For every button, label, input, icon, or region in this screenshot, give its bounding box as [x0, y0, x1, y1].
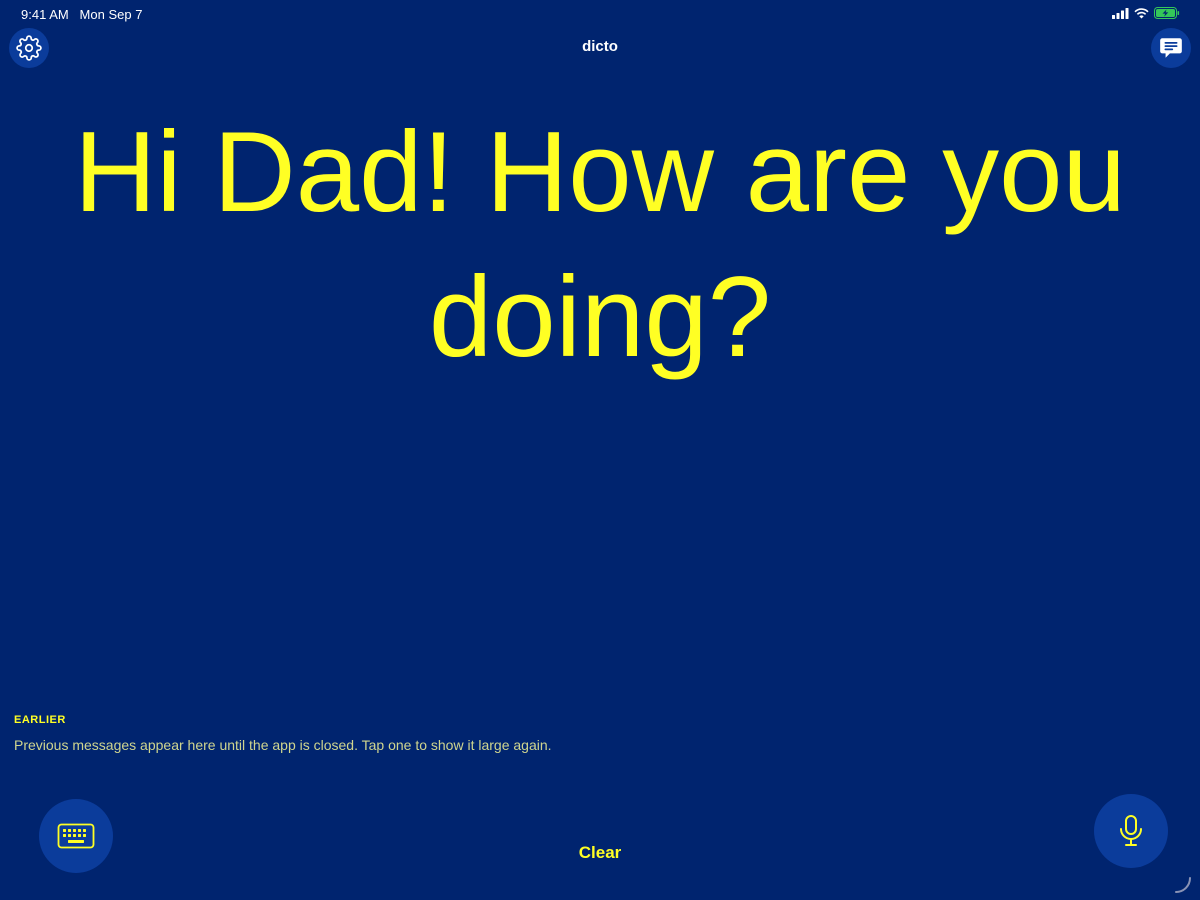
battery-charging-icon — [1154, 7, 1180, 19]
status-time: 9:41 AM — [21, 7, 69, 22]
message-bubble-icon — [1160, 38, 1182, 58]
cellular-icon — [1112, 7, 1129, 19]
status-icons — [1112, 7, 1180, 19]
clear-button-row: Clear — [0, 843, 1200, 863]
current-message: Hi Dad! How are you doing? — [74, 109, 1126, 381]
nav-bar: dicto — [0, 28, 1200, 68]
wifi-icon — [1134, 7, 1149, 18]
microphone-button[interactable] — [1094, 794, 1168, 868]
earlier-heading: EARLIER — [14, 714, 66, 726]
app-title: dicto — [582, 38, 618, 55]
resize-corner-icon — [1175, 877, 1191, 893]
clear-button[interactable]: Clear — [579, 843, 622, 862]
microphone-icon — [1120, 815, 1142, 846]
status-date: Mon Sep 7 — [79, 7, 143, 22]
status-datetime: 9:41 AM Mon Sep 7 — [21, 7, 142, 22]
status-bar: 9:41 AM Mon Sep 7 — [0, 0, 1200, 28]
messages-button[interactable] — [1151, 28, 1191, 68]
earlier-description: Previous messages appear here until the … — [14, 737, 552, 753]
app-screen: 9:41 AM Mon Sep 7 dicto Hi Dad! How are … — [0, 0, 1200, 900]
